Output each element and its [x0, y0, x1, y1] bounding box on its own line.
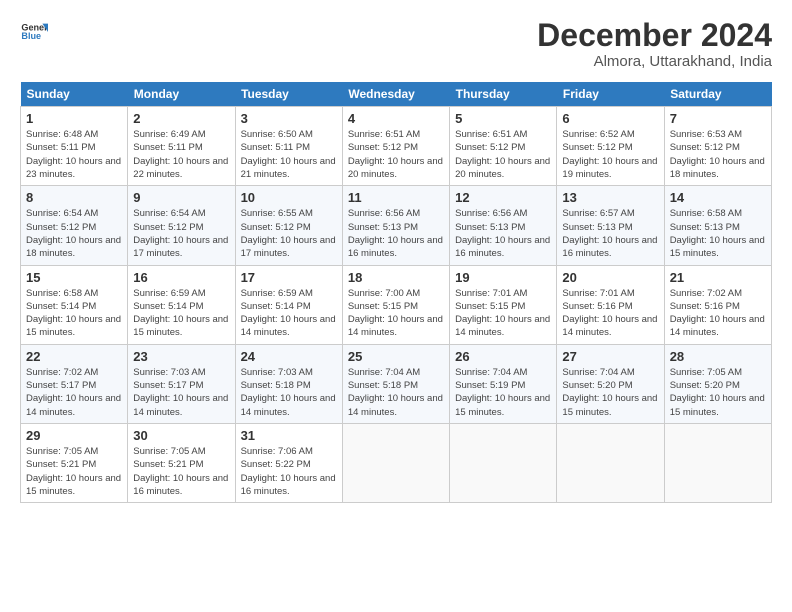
- table-row: 24 Sunrise: 7:03 AMSunset: 5:18 PMDaylig…: [235, 344, 342, 423]
- calendar-week-row: 8 Sunrise: 6:54 AMSunset: 5:12 PMDayligh…: [21, 186, 772, 265]
- table-row: 7 Sunrise: 6:53 AMSunset: 5:12 PMDayligh…: [664, 107, 771, 186]
- table-row: 13 Sunrise: 6:57 AMSunset: 5:13 PMDaylig…: [557, 186, 664, 265]
- table-row: 20 Sunrise: 7:01 AMSunset: 5:16 PMDaylig…: [557, 265, 664, 344]
- calendar-page: General Blue December 2024 Almora, Uttar…: [0, 0, 792, 513]
- table-row: 25 Sunrise: 7:04 AMSunset: 5:18 PMDaylig…: [342, 344, 449, 423]
- table-row: 12 Sunrise: 6:56 AMSunset: 5:13 PMDaylig…: [450, 186, 557, 265]
- table-row: 27 Sunrise: 7:04 AMSunset: 5:20 PMDaylig…: [557, 344, 664, 423]
- table-row: 4 Sunrise: 6:51 AMSunset: 5:12 PMDayligh…: [342, 107, 449, 186]
- table-row: 29 Sunrise: 7:05 AMSunset: 5:21 PMDaylig…: [21, 423, 128, 502]
- month-title: December 2024: [537, 18, 772, 53]
- table-row: 1 Sunrise: 6:48 AMSunset: 5:11 PMDayligh…: [21, 107, 128, 186]
- calendar-table: Sunday Monday Tuesday Wednesday Thursday…: [20, 82, 772, 503]
- empty-cell: [664, 423, 771, 502]
- table-row: 17 Sunrise: 6:59 AMSunset: 5:14 PMDaylig…: [235, 265, 342, 344]
- table-row: 10 Sunrise: 6:55 AMSunset: 5:12 PMDaylig…: [235, 186, 342, 265]
- col-thursday: Thursday: [450, 82, 557, 107]
- table-row: 14 Sunrise: 6:58 AMSunset: 5:13 PMDaylig…: [664, 186, 771, 265]
- logo: General Blue: [20, 18, 48, 46]
- table-row: 3 Sunrise: 6:50 AMSunset: 5:11 PMDayligh…: [235, 107, 342, 186]
- empty-cell: [450, 423, 557, 502]
- table-row: 26 Sunrise: 7:04 AMSunset: 5:19 PMDaylig…: [450, 344, 557, 423]
- table-row: 23 Sunrise: 7:03 AMSunset: 5:17 PMDaylig…: [128, 344, 235, 423]
- empty-cell: [342, 423, 449, 502]
- calendar-week-row: 22 Sunrise: 7:02 AMSunset: 5:17 PMDaylig…: [21, 344, 772, 423]
- table-row: 2 Sunrise: 6:49 AMSunset: 5:11 PMDayligh…: [128, 107, 235, 186]
- table-row: 6 Sunrise: 6:52 AMSunset: 5:12 PMDayligh…: [557, 107, 664, 186]
- calendar-week-row: 29 Sunrise: 7:05 AMSunset: 5:21 PMDaylig…: [21, 423, 772, 502]
- col-friday: Friday: [557, 82, 664, 107]
- svg-text:Blue: Blue: [21, 31, 41, 41]
- table-row: 21 Sunrise: 7:02 AMSunset: 5:16 PMDaylig…: [664, 265, 771, 344]
- col-monday: Monday: [128, 82, 235, 107]
- col-wednesday: Wednesday: [342, 82, 449, 107]
- table-row: 19 Sunrise: 7:01 AMSunset: 5:15 PMDaylig…: [450, 265, 557, 344]
- col-tuesday: Tuesday: [235, 82, 342, 107]
- logo-icon: General Blue: [20, 18, 48, 46]
- table-row: 15 Sunrise: 6:58 AMSunset: 5:14 PMDaylig…: [21, 265, 128, 344]
- location-subtitle: Almora, Uttarakhand, India: [537, 53, 772, 70]
- table-row: 11 Sunrise: 6:56 AMSunset: 5:13 PMDaylig…: [342, 186, 449, 265]
- col-saturday: Saturday: [664, 82, 771, 107]
- title-area: December 2024 Almora, Uttarakhand, India: [537, 18, 772, 70]
- table-row: 22 Sunrise: 7:02 AMSunset: 5:17 PMDaylig…: [21, 344, 128, 423]
- calendar-week-row: 15 Sunrise: 6:58 AMSunset: 5:14 PMDaylig…: [21, 265, 772, 344]
- table-row: 16 Sunrise: 6:59 AMSunset: 5:14 PMDaylig…: [128, 265, 235, 344]
- table-row: 28 Sunrise: 7:05 AMSunset: 5:20 PMDaylig…: [664, 344, 771, 423]
- empty-cell: [557, 423, 664, 502]
- table-row: 30 Sunrise: 7:05 AMSunset: 5:21 PMDaylig…: [128, 423, 235, 502]
- calendar-week-row: 1 Sunrise: 6:48 AMSunset: 5:11 PMDayligh…: [21, 107, 772, 186]
- table-row: 18 Sunrise: 7:00 AMSunset: 5:15 PMDaylig…: [342, 265, 449, 344]
- header: General Blue December 2024 Almora, Uttar…: [20, 18, 772, 70]
- table-row: 5 Sunrise: 6:51 AMSunset: 5:12 PMDayligh…: [450, 107, 557, 186]
- table-row: 8 Sunrise: 6:54 AMSunset: 5:12 PMDayligh…: [21, 186, 128, 265]
- table-row: 9 Sunrise: 6:54 AMSunset: 5:12 PMDayligh…: [128, 186, 235, 265]
- table-row: 31 Sunrise: 7:06 AMSunset: 5:22 PMDaylig…: [235, 423, 342, 502]
- header-row: Sunday Monday Tuesday Wednesday Thursday…: [21, 82, 772, 107]
- col-sunday: Sunday: [21, 82, 128, 107]
